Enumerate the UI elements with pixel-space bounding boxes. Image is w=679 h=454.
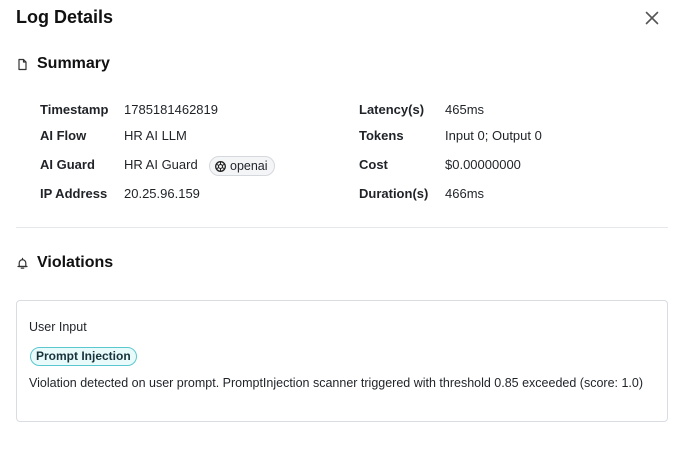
summary-heading: Summary: [37, 55, 110, 72]
ip-address-value: 20.25.96.159: [124, 186, 200, 201]
section-divider: [16, 227, 668, 228]
bell-icon: [17, 257, 28, 269]
tokens-value: Input 0; Output 0: [445, 128, 542, 143]
close-button[interactable]: [642, 8, 662, 28]
violations-header: Violations: [16, 254, 113, 272]
duration-label: Duration(s): [359, 186, 429, 201]
violations-heading: Violations: [37, 254, 114, 271]
close-icon: [645, 11, 659, 25]
violation-source: User Input: [29, 320, 87, 334]
cost-value: $0.00000000: [445, 157, 521, 172]
ai-guard-label: AI Guard: [40, 157, 95, 172]
ip-address-label: IP Address: [40, 186, 108, 201]
dialog-title: Log Details: [16, 7, 114, 27]
violation-description: Violation detected on user prompt. Promp…: [29, 376, 644, 390]
duration-value: 466ms: [445, 186, 485, 201]
tokens-label: Tokens: [359, 128, 404, 143]
cost-label: Cost: [359, 157, 388, 172]
ai-flow-label: AI Flow: [40, 128, 87, 143]
openai-logo-icon: [215, 160, 226, 172]
violation-card: User Input Prompt Injection Violation de…: [16, 300, 668, 422]
violation-type-tag: Prompt Injection: [30, 347, 137, 366]
document-icon: [18, 58, 27, 70]
provider-badge: openai: [209, 156, 275, 176]
timestamp-value: 1785181462819: [124, 102, 218, 117]
timestamp-label: Timestamp: [40, 102, 109, 117]
provider-badge-label: openai: [230, 159, 268, 173]
summary-header: Summary: [16, 55, 110, 73]
ai-guard-value: HR AI Guard: [124, 157, 198, 172]
ai-flow-value: HR AI LLM: [124, 128, 187, 143]
latency-value: 465ms: [445, 102, 485, 117]
latency-label: Latency(s): [359, 102, 425, 117]
